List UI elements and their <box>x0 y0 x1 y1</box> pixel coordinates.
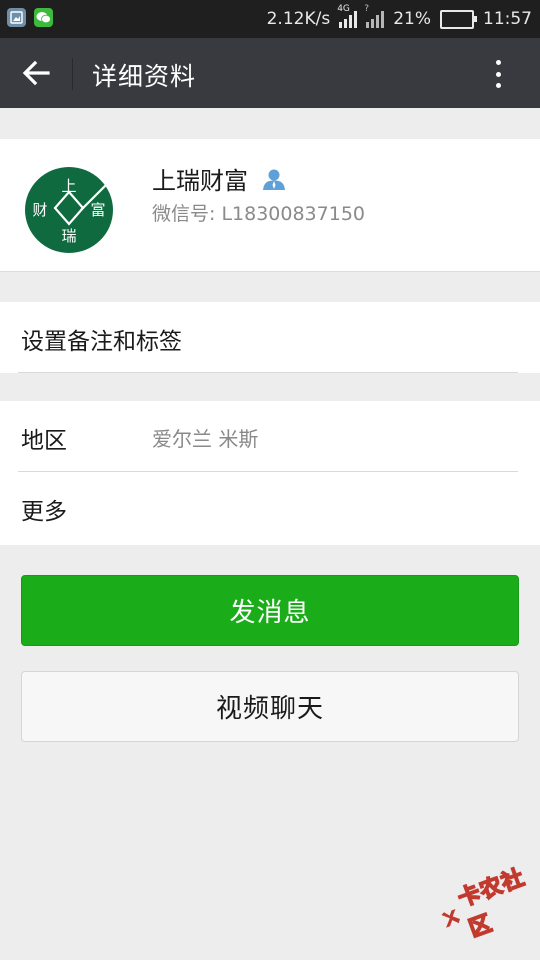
send-message-button[interactable]: 发消息 <box>21 575 519 646</box>
set-remark-tags-label: 设置备注和标签 <box>21 329 182 355</box>
more-row[interactable]: 更多 <box>0 472 540 543</box>
remark-group: 设置备注和标签 <box>0 302 540 373</box>
dot-icon <box>495 60 501 65</box>
region-value: 爱尔兰 米斯 <box>152 427 259 451</box>
status-indicators: 2.12K/s 4G ? 21% 11:57 <box>266 4 532 31</box>
divider <box>18 372 518 373</box>
gallery-notification-icon <box>7 8 26 27</box>
info-group: 地区 爱尔兰 米斯 更多 <box>0 401 540 545</box>
more-label: 更多 <box>21 499 67 525</box>
signal-4g-icon: 4G <box>337 4 358 28</box>
profile-card[interactable]: 上 财 富 瑞 上瑞财富 微信号: L18300837150 <box>0 139 540 272</box>
avatar[interactable]: 上 财 富 瑞 <box>21 162 117 258</box>
network-type-label: 4G <box>337 4 350 14</box>
back-button[interactable] <box>14 53 58 93</box>
watermark-text: 卡农社区 <box>454 864 529 943</box>
status-bar: 2.12K/s 4G ? 21% 11:57 <box>0 0 540 38</box>
region-label: 地区 <box>21 428 67 454</box>
signal-secondary-label: ? <box>364 4 369 14</box>
contact-name: 上瑞财富 <box>152 167 248 195</box>
clock: 11:57 <box>483 9 532 29</box>
name-row: 上瑞财富 <box>152 161 286 196</box>
dot-icon <box>495 71 501 77</box>
notification-icons <box>7 8 53 27</box>
wechat-notification-icon <box>34 8 53 27</box>
title-bar: 详细资料 <box>0 38 540 108</box>
avatar-char-right: 富 <box>90 201 105 219</box>
battery-icon <box>440 9 477 29</box>
wechat-id: 微信号: L18300837150 <box>152 203 365 225</box>
person-icon <box>263 169 285 190</box>
signal-secondary-icon: ? <box>364 4 385 28</box>
arrow-left-icon <box>22 60 50 86</box>
dot-icon <box>495 83 501 88</box>
avatar-char-top: 上 <box>61 177 76 195</box>
video-chat-button[interactable]: 视频聊天 <box>21 671 519 742</box>
avatar-char-left: 财 <box>32 201 47 219</box>
more-options-button[interactable] <box>480 56 516 92</box>
page-title: 详细资料 <box>92 62 197 91</box>
network-speed: 2.12K/s <box>266 9 331 29</box>
avatar-char-bottom: 瑞 <box>61 227 76 245</box>
title-divider <box>72 58 73 90</box>
set-remark-tags-row[interactable]: 设置备注和标签 <box>0 302 540 373</box>
watermark-logo-icon <box>441 909 460 928</box>
battery-percent: 21% <box>393 9 431 29</box>
watermark: 卡农社区 <box>430 856 540 951</box>
region-row: 地区 爱尔兰 米斯 <box>0 401 540 472</box>
